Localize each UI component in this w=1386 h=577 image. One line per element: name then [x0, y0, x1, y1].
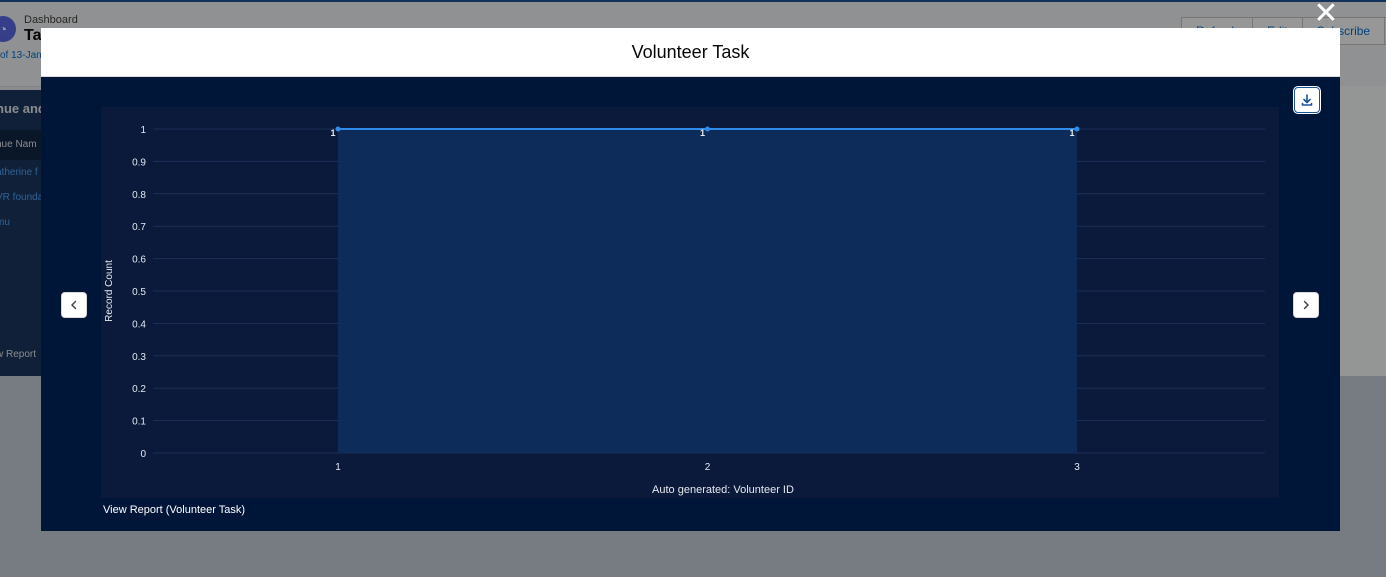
- x-tick-label: 3: [1074, 462, 1080, 473]
- close-icon[interactable]: ✕: [1312, 0, 1340, 29]
- chevron-left-icon: [71, 300, 77, 310]
- download-icon: [1301, 94, 1313, 106]
- data-label: 1: [700, 128, 705, 138]
- y-tick-label: 0.9: [132, 157, 146, 168]
- data-point: [335, 126, 341, 132]
- y-tick-label: 0.4: [132, 319, 146, 330]
- x-tick-label: 2: [705, 462, 711, 473]
- y-tick-label: 0.3: [132, 352, 146, 363]
- modal-title: Volunteer Task: [631, 41, 750, 62]
- x-axis-title: Auto generated: Volunteer ID: [652, 484, 794, 496]
- next-chart-button[interactable]: [1293, 292, 1319, 318]
- y-tick-label: 0.5: [132, 287, 146, 298]
- y-tick-label: 1: [140, 125, 146, 136]
- y-tick-label: 0.2: [132, 384, 146, 395]
- data-point: [1074, 126, 1080, 132]
- view-report-link[interactable]: View Report (Volunteer Task): [103, 504, 245, 516]
- download-button[interactable]: [1294, 87, 1320, 113]
- area-chart: 0 0.1 0.2 0.3 0.4 0.5 0.6 0.7 0.8 0.9 1 1 1 1 2 1 3 Auto …: [104, 125, 1265, 496]
- modal-header: Volunteer Task: [41, 28, 1340, 77]
- y-tick-label: 0.1: [132, 417, 146, 428]
- data-point: [705, 126, 710, 132]
- chart-container: 0 0.1 0.2 0.3 0.4 0.5 0.6 0.7 0.8 0.9 1 1 1 1 2 1 3 Auto …: [101, 107, 1279, 498]
- modal-body: 0 0.1 0.2 0.3 0.4 0.5 0.6 0.7 0.8 0.9 1 1 1 1 2 1 3 Auto …: [41, 77, 1340, 531]
- y-tick-label: 0: [140, 449, 146, 460]
- x-tick-label: 1: [335, 462, 341, 473]
- previous-chart-button[interactable]: [61, 292, 87, 318]
- data-label: 1: [1069, 128, 1074, 138]
- y-tick-label: 0.7: [132, 222, 146, 233]
- data-label: 1: [330, 128, 335, 138]
- chevron-right-icon: [1303, 300, 1309, 310]
- y-tick-label: 0.8: [132, 190, 146, 201]
- series-area: [338, 129, 1077, 453]
- y-axis-title: Record Count: [104, 260, 115, 322]
- y-tick-label: 0.6: [132, 255, 146, 266]
